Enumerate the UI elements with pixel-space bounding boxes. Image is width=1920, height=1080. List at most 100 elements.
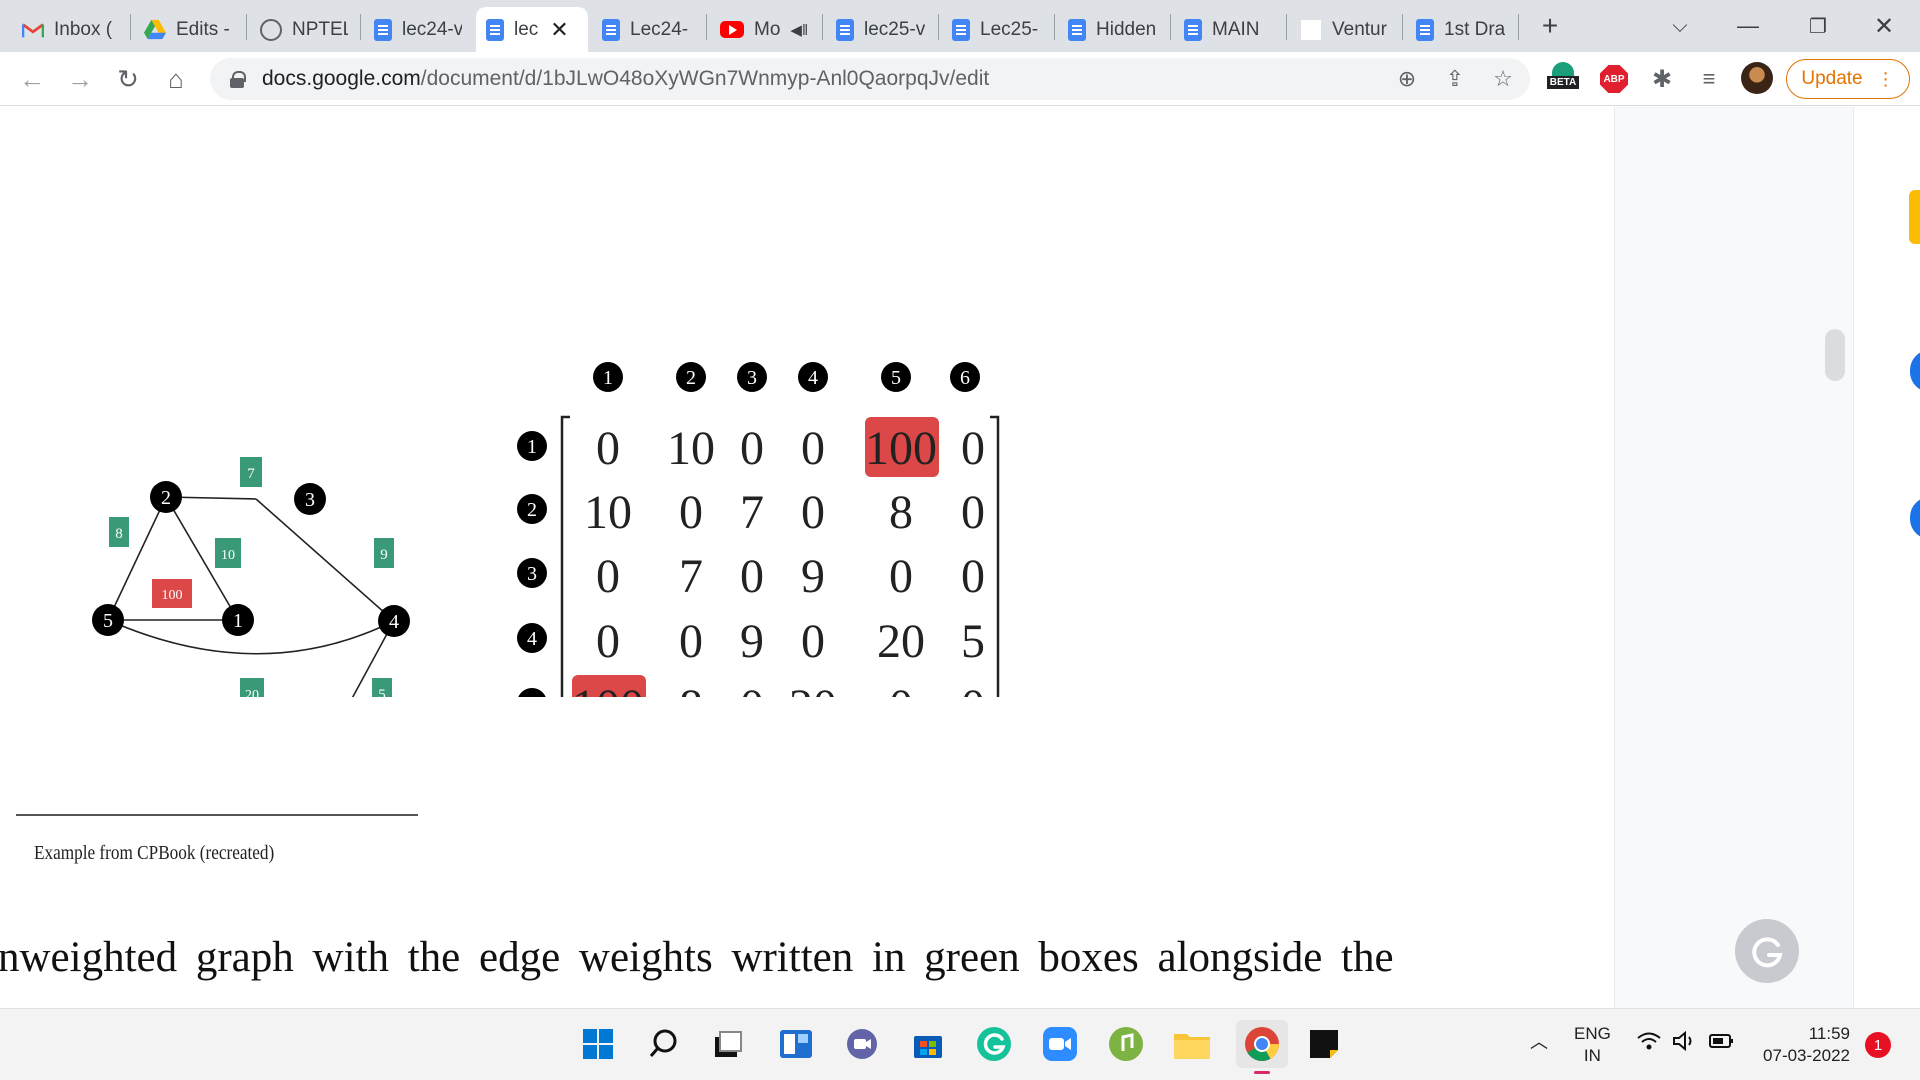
active-app-indicator <box>1254 1071 1270 1074</box>
matrix-cell: 8 <box>889 486 913 539</box>
zoom-app-icon[interactable] <box>1040 1024 1080 1064</box>
search-icon[interactable] <box>644 1024 684 1064</box>
forward-button[interactable]: → <box>60 59 100 99</box>
tab-separator <box>1170 14 1171 40</box>
node-label: 4 <box>389 611 399 633</box>
microsoft-store-icon[interactable] <box>908 1024 948 1064</box>
home-button[interactable]: ⌂ <box>156 59 196 99</box>
tab-youtube[interactable]: Mo ◀ǁ <box>710 7 820 52</box>
wifi-icon[interactable] <box>1636 1031 1662 1057</box>
tab-label: NPTEL <box>292 18 348 40</box>
beta-extension-icon[interactable]: BETA <box>1546 58 1580 92</box>
docs-icon <box>836 18 854 41</box>
close-window-button[interactable]: ✕ <box>1864 6 1904 46</box>
url-text[interactable]: docs.google.com/document/d/1bJLwO48oXyWG… <box>262 67 989 91</box>
tab-hidden[interactable]: Hidden <box>1058 7 1168 52</box>
music-app-icon[interactable] <box>1106 1024 1146 1064</box>
address-bar[interactable]: docs.google.com/document/d/1bJLwO48oXyWG… <box>210 58 1530 100</box>
tab-label: Lec24- <box>630 18 689 40</box>
grammarly-taskbar-icon[interactable] <box>974 1024 1014 1064</box>
minimize-button[interactable]: — <box>1728 6 1768 46</box>
zoom-icon[interactable]: ⊕ <box>1390 62 1424 96</box>
tab-inbox[interactable]: Inbox ( <box>12 7 128 52</box>
tab-edits[interactable]: Edits - <box>134 7 244 52</box>
matrix-row-header-5: 5 <box>518 688 546 697</box>
windows-start-icon[interactable] <box>578 1024 618 1064</box>
reading-list-icon[interactable]: ≡ <box>1692 62 1726 96</box>
clock[interactable]: 11:59 07-03-2022 <box>1752 1023 1850 1067</box>
back-button[interactable]: ← <box>12 59 52 99</box>
graph-nodes: 2 3 5 1 4 6 <box>92 481 410 637</box>
update-button[interactable]: Update ⋮ <box>1786 59 1910 99</box>
new-tab-button[interactable]: + <box>1530 6 1570 46</box>
battery-icon[interactable] <box>1708 1031 1736 1057</box>
volume-icon[interactable] <box>1672 1030 1698 1057</box>
extensions-puzzle-icon[interactable]: ✱ <box>1645 62 1679 96</box>
tab-label: lec25-v <box>864 18 926 40</box>
chrome-taskbar-icon[interactable] <box>1236 1020 1288 1074</box>
sticky-notes-icon[interactable] <box>1304 1024 1344 1064</box>
drive-icon <box>144 19 166 41</box>
tab-first-draft[interactable]: 1st Dra <box>1406 7 1516 52</box>
file-explorer-icon[interactable] <box>1172 1024 1212 1064</box>
widgets-icon[interactable] <box>776 1024 816 1064</box>
tab-label: Hidden <box>1096 18 1157 40</box>
grammarly-button[interactable] <box>1735 919 1799 983</box>
keep-notes-tab-icon[interactable] <box>1909 190 1920 244</box>
task-view-icon[interactable] <box>708 1024 748 1064</box>
tab-search-chevron-icon[interactable]: ⌵ <box>1660 6 1700 46</box>
side-panel-blue-icon[interactable] <box>1910 350 1920 392</box>
browser-toolbar: ← → ↻ ⌂ docs.google.com/document/d/1bJLw… <box>0 52 1920 106</box>
document-canvas[interactable]: 7 8 10 9 100 20 5 2 3 5 1 4 6 1 2 3 <box>0 107 1920 1008</box>
tab-lec24[interactable]: lec24-v <box>364 7 472 52</box>
tab-nptel[interactable]: NPTEL <box>250 7 358 52</box>
tab-main[interactable]: MAIN <box>1174 7 1284 52</box>
weight-5-1: 100 <box>152 579 192 608</box>
node-label: 3 <box>305 489 315 511</box>
matrix-cell: 0 <box>889 550 913 603</box>
bookmark-star-icon[interactable]: ☆ <box>1486 62 1520 96</box>
matrix-cell: 0 <box>961 486 985 539</box>
profile-avatar[interactable] <box>1740 61 1774 95</box>
matrix-cell: 0 <box>801 615 825 668</box>
speaker-icon[interactable]: ◀ǁ <box>790 21 808 39</box>
weight-4-6: 5 <box>372 678 392 697</box>
graph-node-5: 5 <box>92 604 124 636</box>
tab-lec25-b[interactable]: Lec25- <box>942 7 1052 52</box>
weight-label: 7 <box>247 466 255 482</box>
graph-node-2: 2 <box>150 481 182 513</box>
adblock-extension-icon[interactable]: ABP <box>1597 62 1631 96</box>
matrix-cell: 9 <box>801 550 825 603</box>
tab-label: MAIN <box>1212 18 1260 40</box>
matrix-left-bracket <box>560 415 570 697</box>
matrix-cell: 10 <box>584 486 632 539</box>
scrollbar-thumb[interactable] <box>1825 329 1845 381</box>
reload-button[interactable]: ↻ <box>108 59 148 99</box>
restore-button[interactable]: ❐ <box>1798 6 1838 46</box>
share-icon[interactable]: ⇪ <box>1438 62 1472 96</box>
close-tab-icon[interactable]: ✕ <box>550 17 568 43</box>
matrix-right-bracket <box>990 415 1000 697</box>
col-header-label: 2 <box>686 367 696 389</box>
col-header-label: 6 <box>960 367 970 389</box>
row-header-label: 5 <box>527 693 537 697</box>
docs-icon <box>374 18 392 41</box>
tab-lec24-b[interactable]: Lec24- <box>592 7 704 52</box>
col-header-label: 4 <box>808 367 818 389</box>
tab-ventur[interactable]: Ventur <box>1290 7 1400 52</box>
weight-2-1: 10 <box>215 538 241 568</box>
body-text-line[interactable]: nweighted graph with the edge weights wr… <box>0 933 1394 982</box>
language-indicator[interactable]: ENG IN <box>1574 1023 1611 1067</box>
matrix-row-header-3: 3 <box>517 558 547 588</box>
show-hidden-icons-chevron-icon[interactable]: ︿ <box>1530 1031 1548 1053</box>
matrix-cell: 8 <box>679 680 703 697</box>
notification-badge[interactable]: 1 <box>1865 1032 1891 1058</box>
teams-chat-icon[interactable] <box>842 1024 882 1064</box>
docs-icon <box>1184 18 1202 41</box>
tab-lec-active[interactable]: lec ✕ <box>476 7 588 52</box>
side-panel-blue-icon[interactable] <box>1910 497 1920 539</box>
tab-lec25[interactable]: lec25-v <box>826 7 936 52</box>
graph-node-1: 1 <box>222 604 254 636</box>
weight-label: 8 <box>115 526 123 542</box>
matrix-cell: 20 <box>877 615 925 668</box>
